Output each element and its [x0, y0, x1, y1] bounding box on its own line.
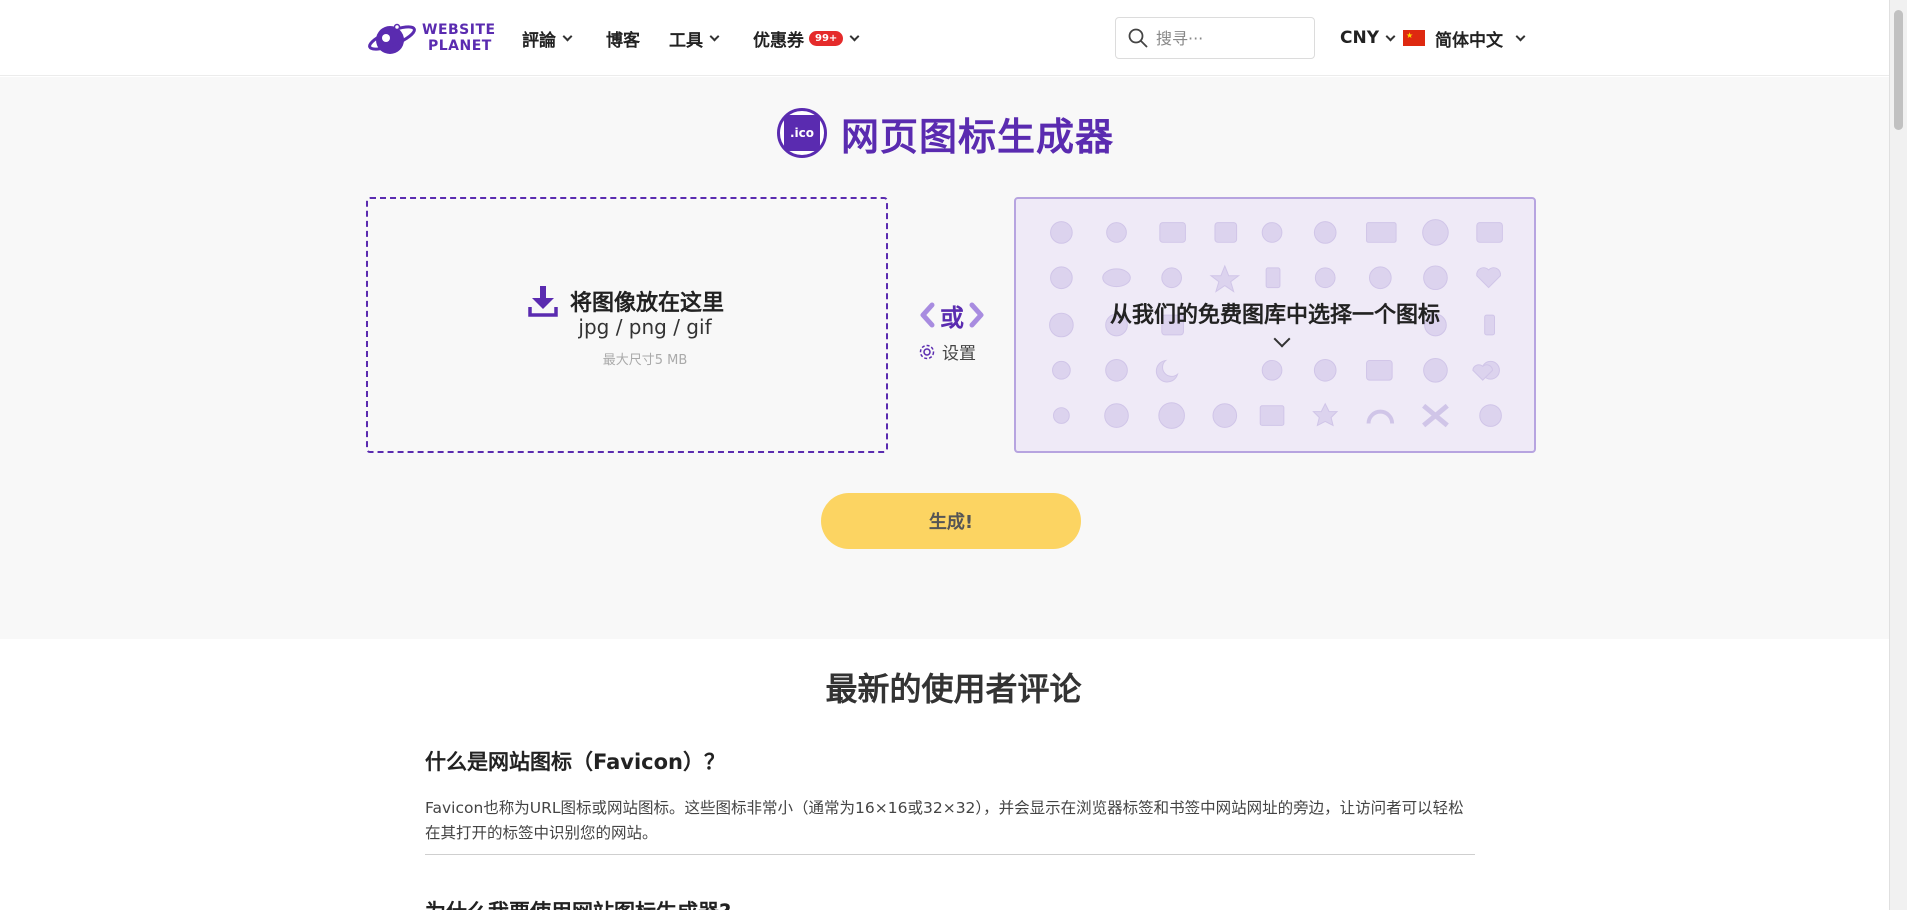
chevron-down-icon [562, 31, 573, 41]
faq-question-1: 什么是网站图标（Favicon）？ [425, 750, 725, 774]
hero-section: .ico 网页图标生成器 将图像放在这里 jpg / png / gif 最大尺… [0, 77, 1907, 639]
library-label: 从我们的免费图库中选择一个图标 [1109, 303, 1440, 328]
ico-icon: .ico [777, 108, 827, 158]
nav-coupons[interactable]: 优惠券 99+ [753, 26, 860, 51]
currency-label: CNY [1340, 28, 1380, 48]
or-label: 或 [940, 303, 964, 332]
chevron-down-icon [1515, 31, 1526, 41]
logo-text: WEBSITE PLANET [422, 22, 496, 54]
planet-logo-icon [368, 23, 416, 54]
icon-library-button[interactable]: 从我们的免费图库中选择一个图标 [1014, 197, 1536, 453]
logo-line2: PLANET [428, 38, 492, 54]
nav-coupons-label: 优惠券 [753, 30, 804, 51]
nav-blog[interactable]: 博客 [606, 26, 640, 51]
page: WEBSITE PLANET 評論 博客 工具 优惠券 99+ 搜寻··· CN… [0, 0, 1907, 910]
dropzone-formats: jpg / png / gif [578, 315, 712, 339]
site-header: WEBSITE PLANET 評論 博客 工具 优惠券 99+ 搜寻··· CN… [0, 0, 1907, 76]
scrollbar-thumb[interactable] [1894, 10, 1903, 130]
gear-icon [919, 344, 935, 359]
title-row: .ico 网页图标生成器 [777, 107, 1114, 159]
china-flag-icon: ★ [1403, 30, 1425, 46]
nav-blog-label: 博客 [606, 30, 640, 51]
nav-reviews[interactable]: 評論 [522, 26, 573, 51]
settings-button[interactable]: 设置 [918, 339, 976, 364]
image-dropzone[interactable]: 将图像放在这里 jpg / png / gif 最大尺寸5 MB [366, 197, 888, 453]
chevron-down-icon [849, 31, 860, 41]
logo[interactable]: WEBSITE PLANET [366, 18, 496, 58]
faq-divider [425, 854, 1475, 855]
nav-reviews-label: 評論 [522, 30, 556, 51]
search-box[interactable] [1115, 17, 1315, 59]
chevron-left-icon [920, 302, 935, 328]
nav-tools-label: 工具 [669, 30, 703, 51]
currency-selector[interactable]: CNY [1340, 26, 1396, 50]
ico-label: .ico [784, 115, 820, 151]
generate-button[interactable]: 生成! [821, 493, 1081, 549]
logo-line1: WEBSITE [422, 22, 496, 38]
page-title: 网页图标生成器 [841, 114, 1115, 159]
nav-tools[interactable]: 工具 [669, 26, 720, 51]
coupons-badge: 99+ [809, 30, 844, 46]
settings-label: 设置 [942, 344, 976, 364]
page-scrollbar[interactable] [1889, 0, 1907, 910]
reviews-section-title: 最新的使用者评论 [825, 670, 1082, 708]
faq-answer-1: Favicon也称为URL图标或网站图标。这些图标非常小（通常为16×16或32… [425, 799, 1464, 842]
language-selector[interactable]: ★ 简体中文 [1403, 26, 1526, 51]
faq-question-2: 为什么我要使用网站图标生成器? [425, 896, 731, 910]
chevron-down-icon [709, 31, 720, 41]
chevron-right-icon [969, 302, 984, 328]
chevron-down-icon [1385, 31, 1396, 41]
language-label: 简体中文 [1435, 30, 1503, 51]
dropzone-max-size: 最大尺寸5 MB [602, 353, 688, 368]
download-icon [528, 286, 558, 317]
search-input[interactable] [1156, 28, 1306, 48]
search-icon [1128, 28, 1148, 48]
or-separator: 或 [912, 295, 992, 335]
dropzone-title: 将图像放在这里 [570, 291, 725, 316]
dropzone-main: 将图像放在这里 [528, 285, 724, 317]
